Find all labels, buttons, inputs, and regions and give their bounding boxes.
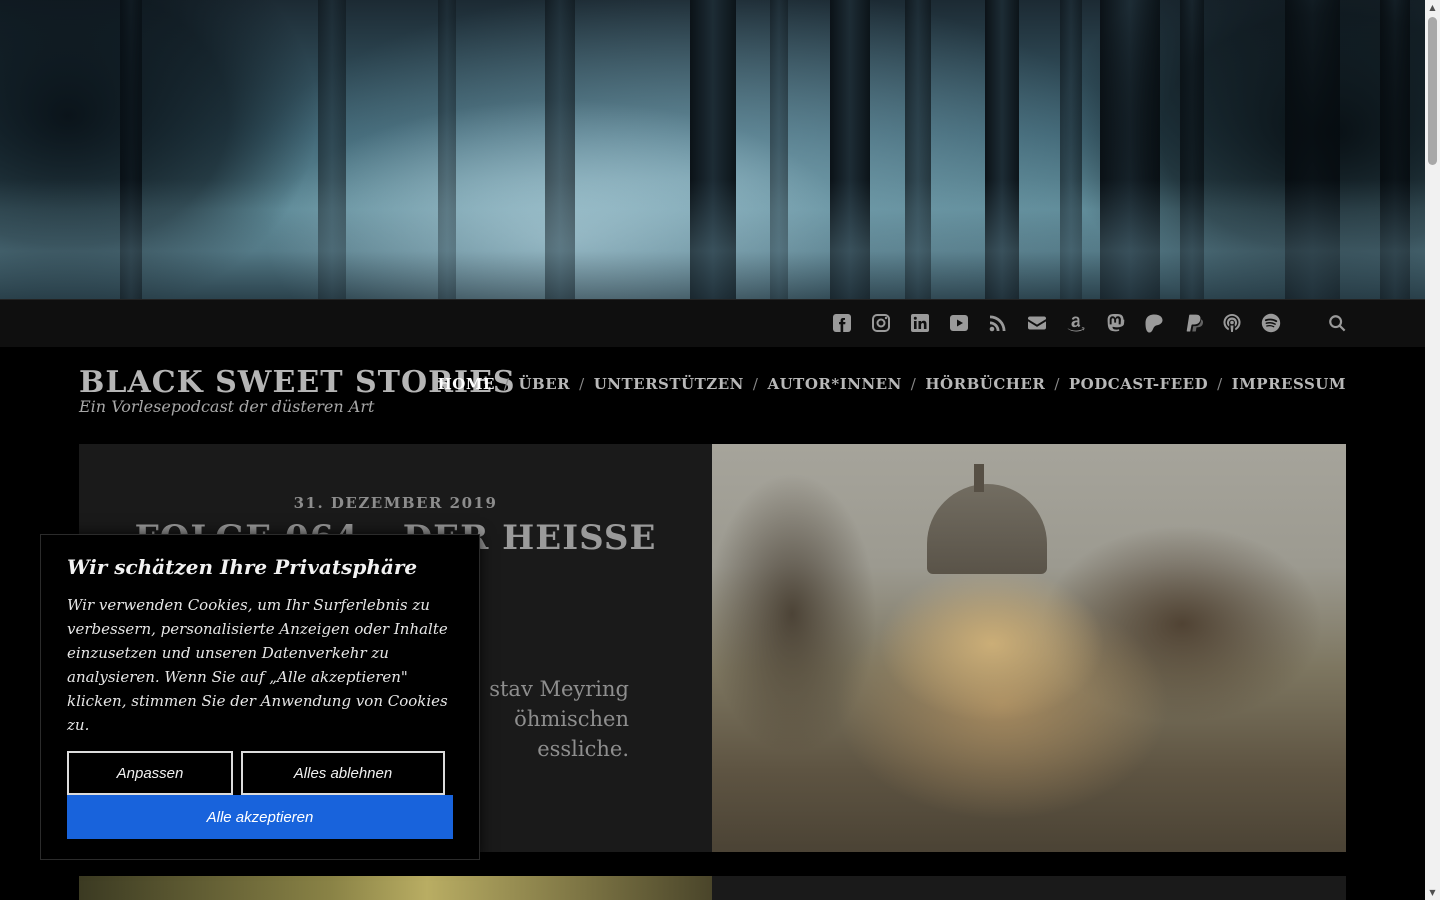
linkedin-icon[interactable]: [910, 312, 930, 334]
search-icon[interactable]: [1328, 314, 1348, 334]
youtube-icon[interactable]: [949, 312, 969, 334]
main-nav: HOME / ÜBER / UNTERSTÜTZEN / AUTOR*INNEN…: [438, 375, 1346, 393]
nav-separator: /: [910, 375, 917, 393]
post-date: 31. DEZEMBER 2019: [293, 494, 498, 512]
podcast-icon[interactable]: [1222, 312, 1242, 334]
post-image[interactable]: [712, 444, 1346, 852]
cookie-consent-banner: Wir schätzen Ihre Privatsphäre Wir verwe…: [40, 534, 480, 860]
patreon-icon[interactable]: [1144, 312, 1164, 334]
cookie-body: Wir verwenden Cookies, um Ihr Surferlebn…: [67, 596, 448, 734]
spotify-icon[interactable]: [1261, 312, 1281, 334]
nav-item-impressum[interactable]: IMPRESSUM: [1232, 375, 1346, 393]
facebook-icon[interactable]: [832, 312, 852, 334]
header-image: [0, 0, 1425, 299]
post-text: [712, 876, 1346, 900]
accept-all-button[interactable]: Alle akzeptieren: [67, 795, 453, 839]
instagram-icon[interactable]: [871, 312, 891, 334]
cookie-title: Wir schätzen Ihre Privatsphäre: [67, 555, 418, 579]
reject-all-button[interactable]: Alles ablehnen: [241, 751, 445, 795]
scroll-down-icon[interactable]: ▼: [1425, 885, 1440, 900]
amazon-icon[interactable]: [1066, 312, 1086, 334]
page-scrollbar[interactable]: ▲ ▼: [1425, 0, 1440, 900]
scroll-up-icon[interactable]: ▲: [1425, 0, 1440, 15]
post-image[interactable]: [79, 876, 712, 900]
paypal-icon[interactable]: [1183, 312, 1203, 334]
nav-item-unterstuetzen[interactable]: UNTERSTÜTZEN: [594, 375, 744, 393]
email-icon[interactable]: [1027, 312, 1047, 334]
nav-item-hoerbuecher[interactable]: HÖRBÜCHER: [925, 375, 1045, 393]
nav-item-ueber[interactable]: ÜBER: [518, 375, 570, 393]
social-icons: [832, 312, 1281, 334]
social-bar: [0, 299, 1425, 347]
nav-separator: /: [1054, 375, 1060, 393]
site-tagline: Ein Vorlesepodcast der düsteren Art: [79, 397, 375, 416]
customize-button[interactable]: Anpassen: [67, 751, 233, 795]
nav-item-home[interactable]: HOME: [438, 375, 495, 393]
nav-separator: /: [1217, 375, 1223, 393]
mastodon-icon[interactable]: [1105, 312, 1125, 334]
nav-item-podcast-feed[interactable]: PODCAST-FEED: [1069, 375, 1208, 393]
nav-item-autorinnen[interactable]: AUTOR*INNEN: [767, 375, 901, 393]
rss-icon[interactable]: [988, 312, 1008, 334]
nav-separator: /: [579, 375, 585, 393]
nav-separator: /: [752, 375, 759, 393]
nav-separator: /: [503, 375, 510, 393]
scrollbar-thumb[interactable]: [1428, 17, 1437, 165]
